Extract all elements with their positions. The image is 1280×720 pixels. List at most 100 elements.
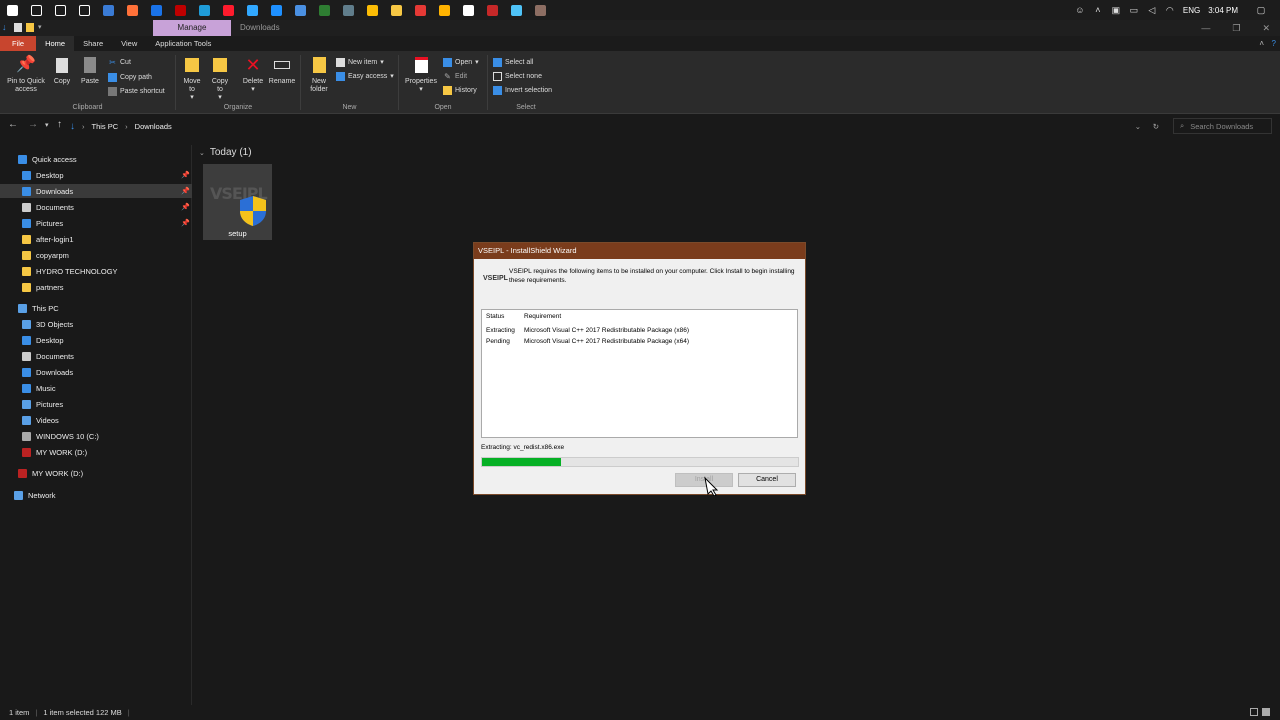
nav-item-partners[interactable]: partners: [0, 280, 192, 294]
select-none-button[interactable]: Select none: [493, 70, 542, 82]
app-icon[interactable]: [264, 0, 288, 20]
app-icon[interactable]: [288, 0, 312, 20]
nav-item-pictures[interactable]: Pictures: [0, 397, 192, 411]
nav-item-documents[interactable]: Documents 📌: [0, 200, 192, 214]
address-field[interactable]: ↓ › This PC › Downloads ⌄ ↻: [70, 118, 1165, 134]
nav-item-desktop[interactable]: Desktop 📌: [0, 168, 192, 182]
chevron-down-icon[interactable]: ▾: [38, 23, 46, 32]
nav-item-downloads[interactable]: Downloads: [0, 365, 192, 379]
nav-item-copyarpm[interactable]: copyarpm: [0, 248, 192, 262]
file-explorer-icon[interactable]: [384, 0, 408, 20]
network-icon[interactable]: ▣: [1111, 5, 1121, 15]
tab-share[interactable]: Share: [74, 36, 112, 51]
filezilla-icon[interactable]: [168, 0, 192, 20]
clock[interactable]: 3:04 PM: [1208, 6, 1238, 15]
wifi-icon[interactable]: ◠: [1165, 5, 1175, 15]
easy-access-button[interactable]: Easy access ▾: [336, 70, 394, 82]
back-arrow-icon[interactable]: ←: [8, 119, 18, 130]
cancel-button[interactable]: Cancel: [738, 473, 796, 487]
new-folder-button[interactable]: New folder: [305, 55, 333, 94]
address-dropdown-icon[interactable]: ⌄: [1135, 122, 1141, 131]
search-input[interactable]: ⌕ Search Downloads: [1173, 118, 1272, 134]
breadcrumb-this-pc[interactable]: This PC: [92, 122, 119, 131]
copy-to-button[interactable]: Copy to ▾: [208, 55, 232, 102]
pin-quick-access-button[interactable]: 📌 Pin to Quick access: [4, 55, 48, 94]
nav-item-documents[interactable]: Documents: [0, 349, 192, 363]
edge-icon[interactable]: [192, 0, 216, 20]
file-item-setup[interactable]: VSEIPL setup: [203, 164, 272, 240]
app-icon[interactable]: [456, 0, 480, 20]
task-view-icon[interactable]: [72, 0, 96, 20]
new-folder-icon[interactable]: [26, 23, 34, 32]
app-icon[interactable]: [480, 0, 504, 20]
nav-item-downloads[interactable]: Downloads 📌: [0, 184, 192, 198]
nav-item-after-login1[interactable]: after-login1: [0, 232, 192, 246]
copy-button[interactable]: Copy: [50, 55, 74, 86]
nav-item-pictures[interactable]: Pictures 📌: [0, 216, 192, 230]
close-button[interactable]: ✕: [1262, 23, 1270, 34]
properties-icon[interactable]: [14, 23, 22, 32]
collapse-ribbon-icon[interactable]: ˄: [1259, 39, 1264, 48]
app-icon[interactable]: [528, 0, 552, 20]
cut-button[interactable]: ✂ Cut: [108, 56, 131, 68]
recent-locations-icon[interactable]: ▾: [45, 121, 49, 129]
nav-item-3d-objects[interactable]: 3D Objects: [0, 317, 192, 331]
group-header[interactable]: ⌄ Today (1): [199, 147, 252, 158]
tab-home[interactable]: Home: [36, 36, 75, 51]
nav-network[interactable]: Network: [0, 488, 192, 502]
refresh-icon[interactable]: ↻: [1153, 122, 1159, 131]
app-icon[interactable]: [312, 0, 336, 20]
history-button[interactable]: History: [443, 84, 477, 96]
people-icon[interactable]: ☺: [1075, 5, 1085, 15]
move-to-button[interactable]: Move to ▾: [180, 55, 204, 102]
chrome-icon[interactable]: [360, 0, 384, 20]
paste-shortcut-button[interactable]: Paste shortcut: [108, 85, 165, 97]
invert-selection-button[interactable]: Invert selection: [493, 84, 552, 96]
properties-button[interactable]: Properties ▾: [402, 55, 440, 94]
language-indicator[interactable]: ENG: [1183, 6, 1200, 15]
chevron-up-icon[interactable]: ˄: [1093, 5, 1103, 15]
cortana-icon[interactable]: [48, 0, 72, 20]
windows-logo-icon[interactable]: [0, 0, 24, 20]
nav-item-desktop[interactable]: Desktop: [0, 333, 192, 347]
edit-button[interactable]: ✎ Edit: [443, 70, 467, 82]
tab-application-tools[interactable]: Application Tools: [146, 36, 220, 51]
search-icon[interactable]: [24, 0, 48, 20]
paste-button[interactable]: Paste: [78, 55, 102, 86]
up-arrow-icon[interactable]: ↑: [57, 119, 62, 130]
app-icon[interactable]: [504, 0, 528, 20]
copy-path-button[interactable]: Copy path: [108, 71, 152, 83]
nav-item-hydro-technology[interactable]: HYDRO TECHNOLOGY: [0, 264, 192, 278]
nav-quick-access[interactable]: Quick access: [0, 152, 192, 166]
store-icon[interactable]: [96, 0, 120, 20]
rename-button[interactable]: Rename: [268, 55, 296, 86]
nav-item-music[interactable]: Music: [0, 381, 192, 395]
details-view-icon[interactable]: [1250, 708, 1258, 716]
nav-drive-d[interactable]: MY WORK (D:): [0, 466, 192, 480]
firefox-icon[interactable]: [120, 0, 144, 20]
large-icons-view-icon[interactable]: [1262, 708, 1270, 716]
minimize-button[interactable]: —: [1201, 23, 1210, 33]
delete-button[interactable]: ✕ Delete ▾: [240, 55, 266, 94]
help-icon[interactable]: ?: [1272, 39, 1276, 48]
app-icon[interactable]: [432, 0, 456, 20]
nav-item-windows-10-c-[interactable]: WINDOWS 10 (C:): [0, 429, 192, 443]
breadcrumb-downloads[interactable]: Downloads: [135, 122, 172, 131]
battery-icon[interactable]: ▭: [1129, 5, 1139, 15]
photoshop-icon[interactable]: [240, 0, 264, 20]
forward-arrow-icon[interactable]: →: [28, 119, 38, 130]
notifications-icon[interactable]: ▢: [1256, 5, 1266, 15]
nav-item-my-work-d-[interactable]: MY WORK (D:): [0, 445, 192, 459]
tab-file[interactable]: File: [0, 36, 37, 51]
select-all-button[interactable]: Select all: [493, 56, 533, 68]
maximize-button[interactable]: ❐: [1232, 23, 1240, 34]
nav-this-pc[interactable]: This PC: [0, 301, 192, 315]
app-icon[interactable]: [408, 0, 432, 20]
mail-icon[interactable]: [144, 0, 168, 20]
opera-icon[interactable]: [216, 0, 240, 20]
new-item-button[interactable]: New item ▾: [336, 56, 384, 68]
volume-icon[interactable]: ◁: [1147, 5, 1157, 15]
tab-view[interactable]: View: [112, 36, 146, 51]
nav-item-videos[interactable]: Videos: [0, 413, 192, 427]
open-button[interactable]: Open ▾: [443, 56, 479, 68]
